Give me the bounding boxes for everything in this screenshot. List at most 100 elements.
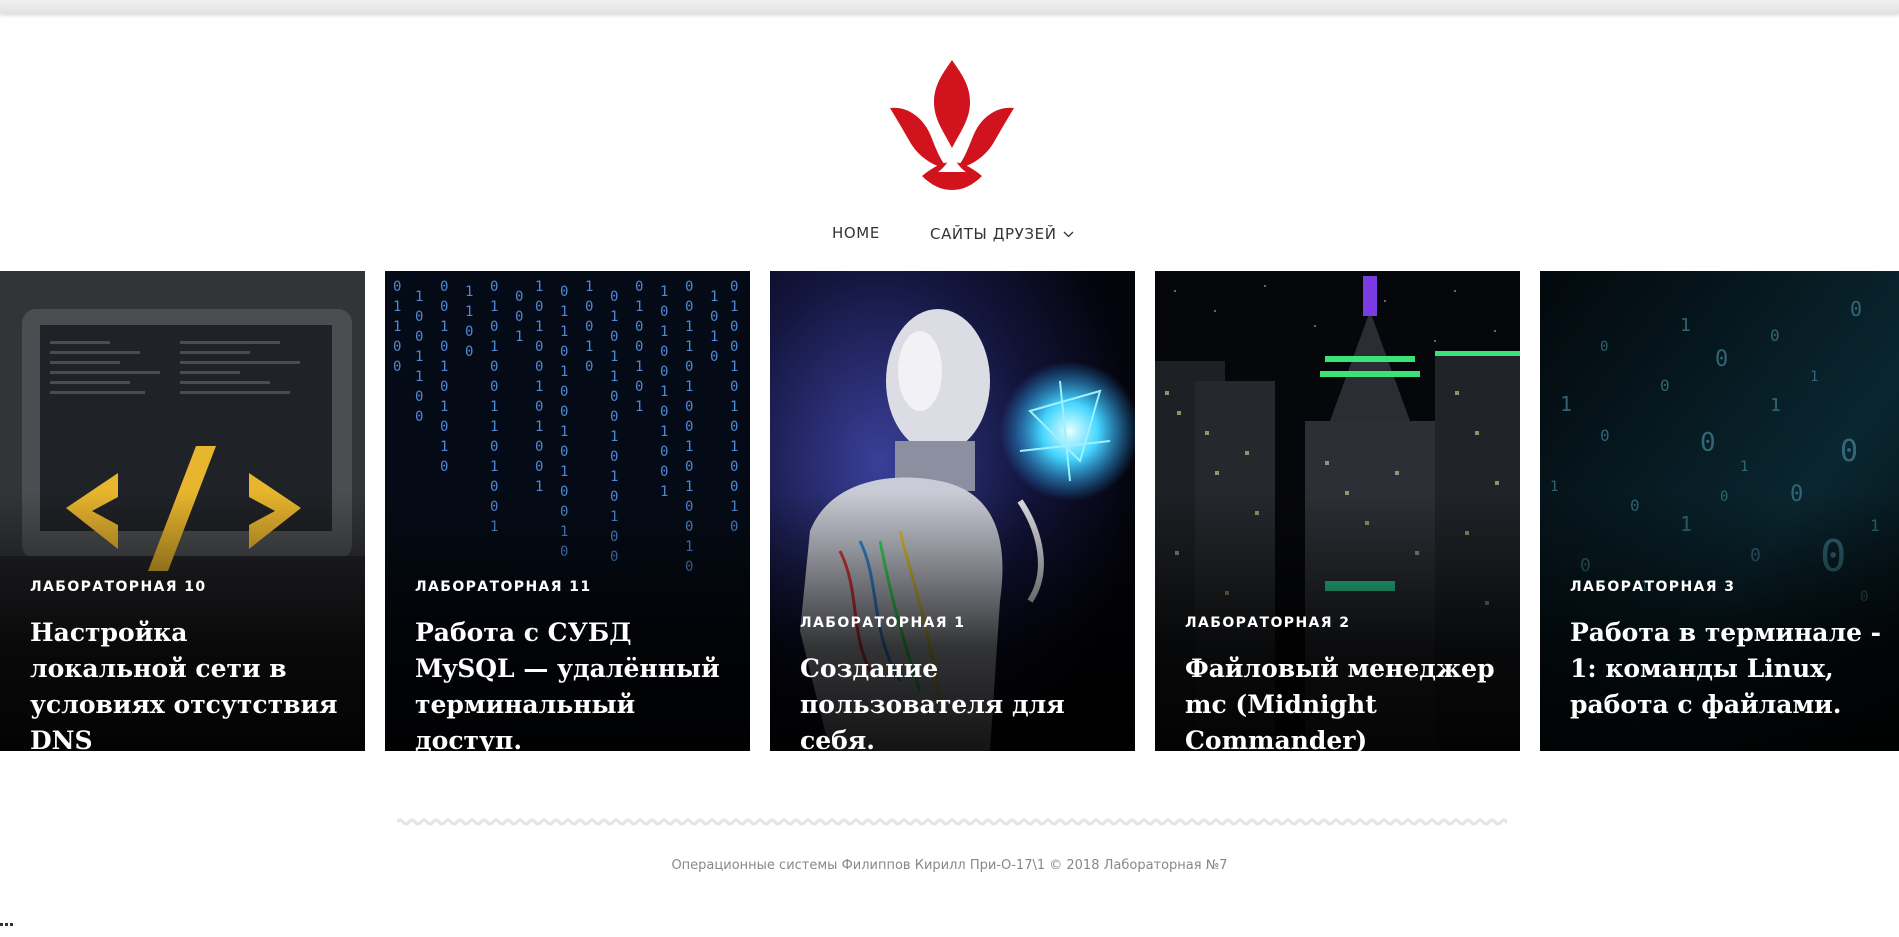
svg-text:0: 0 bbox=[585, 319, 593, 335]
svg-text:0: 0 bbox=[1600, 426, 1610, 445]
svg-text:1: 1 bbox=[535, 279, 543, 295]
svg-text:1: 1 bbox=[560, 464, 568, 480]
post-card-lab1[interactable]: ЛАБОРАТОРНАЯ 1 Создание пользователя для… bbox=[770, 271, 1135, 751]
svg-text:1: 1 bbox=[1740, 459, 1748, 475]
svg-text:1: 1 bbox=[490, 299, 498, 315]
post-title[interactable]: Создание пользователя для себя. bbox=[800, 651, 1120, 751]
svg-text:1: 1 bbox=[635, 399, 643, 415]
site-logo[interactable] bbox=[888, 58, 1016, 192]
svg-text:0: 0 bbox=[1770, 326, 1780, 345]
svg-text:0: 0 bbox=[610, 389, 618, 405]
svg-text:1: 1 bbox=[610, 309, 618, 325]
svg-text:1: 1 bbox=[1680, 315, 1691, 336]
svg-text:0: 0 bbox=[730, 459, 738, 475]
svg-text:1: 1 bbox=[490, 399, 498, 415]
svg-text:0: 0 bbox=[465, 324, 473, 340]
svg-text:1: 1 bbox=[610, 429, 618, 445]
post-title[interactable]: Файловый менеджер mc (Midnight Commander… bbox=[1185, 651, 1505, 751]
svg-text:0: 0 bbox=[393, 279, 401, 295]
post-title[interactable]: Работа в терминале - 1: команды Linux, р… bbox=[1570, 615, 1890, 723]
svg-text:0: 0 bbox=[710, 349, 718, 365]
svg-text:1: 1 bbox=[730, 299, 738, 315]
main-nav: HOME САЙТЫ ДРУЗЕЙ bbox=[0, 224, 1899, 250]
svg-text:1: 1 bbox=[440, 439, 448, 455]
svg-text:0: 0 bbox=[535, 439, 543, 455]
post-card-lab11[interactable]: 01100 1001100 0010101010 1100 0101001101… bbox=[385, 271, 750, 751]
svg-text:0: 0 bbox=[560, 444, 568, 460]
svg-text:0: 0 bbox=[635, 319, 643, 335]
svg-text:0: 0 bbox=[393, 359, 401, 375]
fleur-de-lis-icon bbox=[890, 60, 1014, 190]
svg-text:1: 1 bbox=[710, 289, 718, 305]
svg-text:0: 0 bbox=[490, 359, 498, 375]
chevron-down-icon bbox=[1063, 224, 1074, 242]
svg-text:1: 1 bbox=[685, 379, 693, 395]
svg-text:0: 0 bbox=[660, 464, 668, 480]
post-category[interactable]: ЛАБОРАТОРНАЯ 1 bbox=[800, 615, 965, 631]
footer-copyright: Операционные системы Филиппов Кирилл При… bbox=[671, 858, 1228, 873]
svg-text:0: 0 bbox=[490, 279, 498, 295]
svg-text:1: 1 bbox=[490, 339, 498, 355]
ellipsis-icon bbox=[0, 923, 13, 926]
svg-text:1: 1 bbox=[415, 349, 423, 365]
svg-text:0: 0 bbox=[635, 379, 643, 395]
post-title[interactable]: Работа с СУБД MySQL — удалённый терминал… bbox=[415, 615, 735, 751]
svg-text:0: 0 bbox=[1715, 347, 1728, 372]
svg-text:1: 1 bbox=[560, 424, 568, 440]
svg-text:0: 0 bbox=[685, 419, 693, 435]
nav-friends-sites[interactable]: САЙТЫ ДРУЗЕЙ bbox=[930, 224, 1074, 243]
svg-text:0: 0 bbox=[685, 279, 693, 295]
nav-friends-label: САЙТЫ ДРУЗЕЙ bbox=[930, 225, 1057, 243]
svg-text:1: 1 bbox=[610, 469, 618, 485]
nav-home[interactable]: HOME bbox=[832, 224, 880, 242]
svg-text:1: 1 bbox=[535, 379, 543, 395]
svg-text:0: 0 bbox=[440, 279, 448, 295]
svg-text:1: 1 bbox=[635, 299, 643, 315]
svg-text:0: 0 bbox=[660, 444, 668, 460]
svg-text:0: 0 bbox=[535, 459, 543, 475]
svg-text:0: 0 bbox=[710, 309, 718, 325]
post-category[interactable]: ЛАБОРАТОРНАЯ 11 bbox=[415, 579, 592, 595]
svg-text:1: 1 bbox=[1810, 369, 1818, 385]
svg-text:0: 0 bbox=[610, 329, 618, 345]
svg-text:0: 0 bbox=[610, 289, 618, 305]
svg-text:0: 0 bbox=[440, 459, 448, 475]
post-category[interactable]: ЛАБОРАТОРНАЯ 2 bbox=[1185, 615, 1350, 631]
svg-text:1: 1 bbox=[660, 284, 668, 300]
post-card-lab3[interactable]: 10 01 01 10 01 00 10 10 01 01 00 00 ЛАБО… bbox=[1540, 271, 1899, 751]
svg-text:1: 1 bbox=[685, 439, 693, 455]
post-category[interactable]: ЛАБОРАТОРНАЯ 10 bbox=[30, 579, 207, 595]
post-title[interactable]: Настройка локальной сети в условиях отсу… bbox=[30, 615, 350, 751]
post-category[interactable]: ЛАБОРАТОРНАЯ 3 bbox=[1570, 579, 1735, 595]
svg-text:0: 0 bbox=[490, 319, 498, 335]
svg-text:0: 0 bbox=[440, 419, 448, 435]
svg-text:1: 1 bbox=[660, 384, 668, 400]
featured-posts: ЛАБОРАТОРНАЯ 10 Настройка локальной сети… bbox=[0, 271, 1899, 751]
svg-text:0: 0 bbox=[730, 339, 738, 355]
post-card-lab10[interactable]: ЛАБОРАТОРНАЯ 10 Настройка локальной сети… bbox=[0, 271, 365, 751]
svg-text:0: 0 bbox=[660, 344, 668, 360]
svg-text:1: 1 bbox=[585, 339, 593, 355]
svg-text:0: 0 bbox=[560, 404, 568, 420]
svg-text:0: 0 bbox=[610, 449, 618, 465]
svg-text:1: 1 bbox=[393, 319, 401, 335]
svg-text:1: 1 bbox=[440, 399, 448, 415]
svg-text:0: 0 bbox=[490, 379, 498, 395]
svg-text:1: 1 bbox=[535, 319, 543, 335]
footer-divider bbox=[397, 816, 1507, 828]
svg-text:1: 1 bbox=[660, 324, 668, 340]
svg-text:0: 0 bbox=[610, 409, 618, 425]
svg-text:1: 1 bbox=[490, 459, 498, 475]
post-card-lab2[interactable]: ЛАБОРАТОРНАЯ 2 Файловый менеджер mc (Mid… bbox=[1155, 271, 1520, 751]
svg-text:0: 0 bbox=[440, 379, 448, 395]
svg-text:1: 1 bbox=[465, 284, 473, 300]
svg-text:0: 0 bbox=[685, 459, 693, 475]
svg-text:1: 1 bbox=[465, 304, 473, 320]
svg-text:1: 1 bbox=[560, 364, 568, 380]
svg-text:1: 1 bbox=[535, 419, 543, 435]
svg-text:0: 0 bbox=[393, 339, 401, 355]
svg-text:0: 0 bbox=[440, 339, 448, 355]
svg-text:0: 0 bbox=[685, 299, 693, 315]
svg-text:1: 1 bbox=[440, 359, 448, 375]
svg-text:0: 0 bbox=[660, 404, 668, 420]
